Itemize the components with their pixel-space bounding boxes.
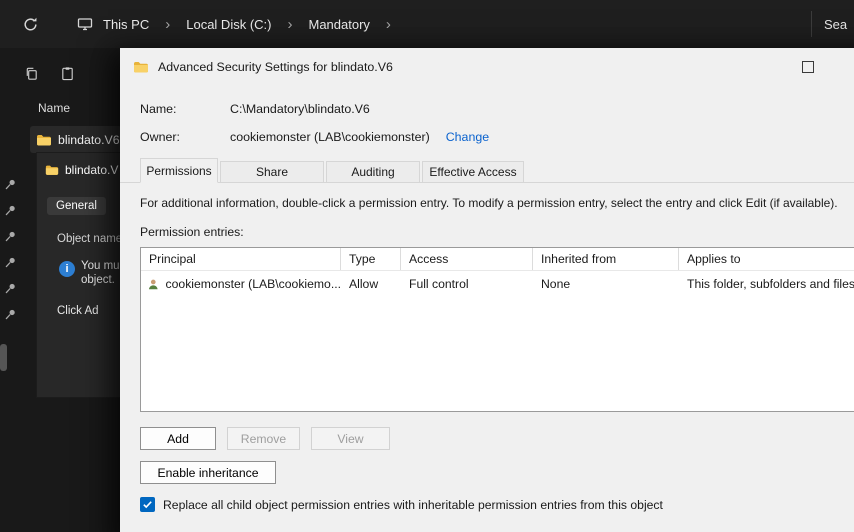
permission-entries-label: Permission entries:	[140, 225, 244, 239]
tab-effective-access[interactable]: Effective Access	[422, 161, 524, 182]
paste-icon[interactable]	[60, 66, 75, 86]
view-button[interactable]: View	[311, 427, 390, 450]
dialog-titlebar[interactable]: Advanced Security Settings for blindato.…	[120, 48, 854, 86]
tab-permissions[interactable]: Permissions	[140, 158, 218, 183]
maximize-icon[interactable]	[802, 61, 814, 73]
permission-entries-table: Principal Type Access Inherited from App…	[140, 247, 854, 412]
breadcrumb-mandatory[interactable]: Mandatory	[308, 17, 369, 32]
owner-label: Owner:	[140, 130, 180, 144]
change-owner-link[interactable]: Change	[446, 130, 489, 144]
dialog-title: Advanced Security Settings for blindato.…	[158, 60, 393, 74]
cell-access: Full control	[409, 277, 469, 291]
properties-dialog-title: blindato.V	[65, 163, 119, 177]
pushpin-icon[interactable]	[4, 178, 17, 191]
column-header-name[interactable]: Name	[38, 101, 70, 115]
name-value: C:\Mandatory\blindato.V6	[230, 102, 370, 116]
table-row[interactable]: cookiemonster (LAB\cookiemo... Allow Ful…	[141, 271, 854, 297]
folder-icon	[37, 134, 51, 145]
scrollbar-thumb[interactable]	[0, 344, 7, 371]
breadcrumb-this-pc[interactable]: This PC	[103, 17, 149, 32]
user-avatar-icon	[148, 279, 158, 289]
cell-applies-to: This folder, subfolders and files	[687, 277, 854, 291]
pushpin-icon[interactable]	[4, 308, 17, 321]
chevron-right-icon[interactable]: ›	[386, 17, 391, 32]
copy-icon[interactable]	[24, 66, 39, 86]
replace-permissions-label[interactable]: Replace all child object permission entr…	[163, 498, 663, 512]
replace-permissions-checkbox[interactable]	[140, 497, 155, 512]
desktop-screen: This PC › Local Disk (C:) › Mandatory › …	[0, 0, 854, 532]
tab-general[interactable]: General	[47, 197, 106, 215]
column-header-type[interactable]: Type	[341, 248, 401, 270]
name-label: Name:	[140, 102, 177, 116]
column-header-access[interactable]: Access	[401, 248, 533, 270]
object-name-label: Object name:	[57, 233, 126, 245]
advanced-security-dialog: Advanced Security Settings for blindato.…	[120, 48, 854, 532]
search-box[interactable]: Sea	[824, 17, 854, 32]
nav-pin-column	[4, 178, 17, 321]
pushpin-icon[interactable]	[4, 204, 17, 217]
instruction-text: For additional information, double-click…	[140, 196, 838, 210]
refresh-icon[interactable]	[22, 16, 39, 33]
cell-inherited-from: None	[541, 277, 571, 291]
info-icon: i	[59, 261, 75, 277]
tab-auditing[interactable]: Auditing	[326, 161, 420, 182]
breadcrumb-local-disk[interactable]: Local Disk (C:)	[186, 17, 271, 32]
topbar-divider	[811, 11, 812, 37]
checkmark-icon	[143, 501, 152, 509]
column-header-inherited-from[interactable]: Inherited from	[533, 248, 679, 270]
cell-type: Allow	[349, 277, 379, 291]
cell-principal: cookiemonster (LAB\cookiemo...	[165, 277, 341, 291]
column-header-applies-to[interactable]: Applies to	[679, 248, 854, 270]
click-advanced-text: Click Ad	[57, 305, 99, 317]
pushpin-icon[interactable]	[4, 256, 17, 269]
owner-value: cookiemonster (LAB\cookiemonster)	[230, 130, 430, 144]
remove-button[interactable]: Remove	[227, 427, 300, 450]
folder-icon	[45, 165, 59, 175]
pushpin-icon[interactable]	[4, 230, 17, 243]
explorer-address-bar: This PC › Local Disk (C:) › Mandatory › …	[0, 0, 854, 48]
chevron-right-icon[interactable]: ›	[287, 17, 292, 32]
info-text-line2: object.	[81, 274, 115, 286]
file-row-blindato[interactable]: blindato.V6	[30, 126, 122, 153]
enable-inheritance-button[interactable]: Enable inheritance	[140, 461, 276, 484]
file-name-label: blindato.V6	[58, 132, 120, 147]
chevron-right-icon[interactable]: ›	[165, 17, 170, 32]
dialog-tab-strip: Permissions Share Auditing Effective Acc…	[120, 158, 854, 183]
table-header-row: Principal Type Access Inherited from App…	[141, 248, 854, 271]
tab-share[interactable]: Share	[220, 161, 324, 182]
this-pc-icon	[77, 16, 93, 32]
column-header-principal[interactable]: Principal	[141, 248, 341, 270]
info-text-line1: You mus	[81, 260, 126, 272]
folder-icon	[134, 62, 148, 73]
add-button[interactable]: Add	[140, 427, 216, 450]
pushpin-icon[interactable]	[4, 282, 17, 295]
